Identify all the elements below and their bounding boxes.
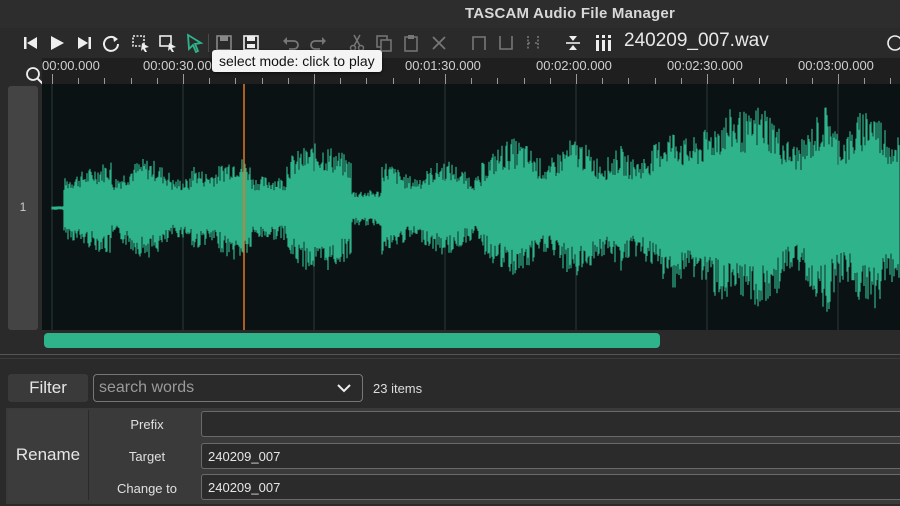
toolbar-divider (208, 34, 209, 52)
waveform-path (51, 107, 900, 312)
ruler-label: 00:02:00.000 (536, 58, 612, 73)
filter-button[interactable]: Filter (8, 374, 88, 402)
level-meter-icon[interactable] (592, 32, 614, 54)
search-box[interactable] (93, 374, 363, 402)
title-bar: TASCAM Audio File Manager (0, 0, 900, 28)
search-input[interactable] (99, 377, 319, 399)
trim-icon[interactable] (522, 32, 544, 54)
loop-icon[interactable] (100, 32, 122, 54)
ruler-label: 00:00:30.000 (143, 58, 219, 73)
change-to-label: Change to (117, 481, 177, 496)
rename-button[interactable]: Rename (8, 410, 89, 500)
ruler-tick (707, 74, 708, 84)
ruler-label: 00:00.000 (42, 58, 100, 73)
track-number: 1 (19, 200, 27, 214)
change-to-field[interactable]: 240209_007 (201, 474, 900, 500)
ruler-tick (183, 74, 184, 84)
paste-icon[interactable] (400, 32, 422, 54)
ruler-label: 00:01:30.000 (405, 58, 481, 73)
ruler-label: 00:03:00.000 (798, 58, 874, 73)
waveform-view[interactable] (42, 84, 900, 330)
divider (0, 354, 900, 355)
scrollbar-thumb[interactable] (44, 333, 661, 348)
window-title: TASCAM Audio File Manager (464, 5, 675, 22)
prefix-label: Prefix (130, 417, 164, 432)
delete-icon[interactable] (428, 32, 450, 54)
chevron-down-icon[interactable] (336, 380, 352, 396)
play-icon[interactable] (46, 32, 68, 54)
normalize-icon[interactable] (562, 32, 584, 54)
prefix-field[interactable] (201, 411, 900, 437)
waveform (51, 84, 900, 330)
target-label: Target (128, 449, 166, 464)
divider (0, 358, 900, 359)
ruler-tick (445, 74, 446, 84)
fade-out-icon[interactable] (495, 32, 517, 54)
toolbar: 240209_007.wav (0, 28, 900, 58)
select-mode-icon[interactable] (184, 32, 206, 54)
skip-to-start-icon[interactable] (20, 32, 42, 54)
ruler-tick (838, 74, 839, 84)
ruler-tick (52, 74, 53, 84)
item-count: 23 items (373, 381, 423, 396)
horizontal-scrollbar[interactable] (44, 333, 900, 348)
ruler-tick (576, 74, 577, 84)
range-select-icon[interactable] (130, 32, 152, 54)
target-field[interactable]: 240209_007 (201, 443, 900, 469)
ruler-tick (314, 74, 315, 84)
tooltip: select mode: click to play (212, 50, 382, 72)
ruler-label: 00:02:30.000 (667, 58, 743, 73)
file-name: 240209_007.wav (624, 30, 769, 51)
skip-to-end-icon[interactable] (73, 32, 95, 54)
time-ruler[interactable]: 00:00.00000:00:30.00000:01:00.00000:01:3… (42, 58, 900, 84)
fade-in-icon[interactable] (468, 32, 490, 54)
zoom-select-icon[interactable] (157, 32, 179, 54)
track-header[interactable]: 1 (8, 86, 38, 330)
zoom-out-icon[interactable] (882, 32, 900, 54)
